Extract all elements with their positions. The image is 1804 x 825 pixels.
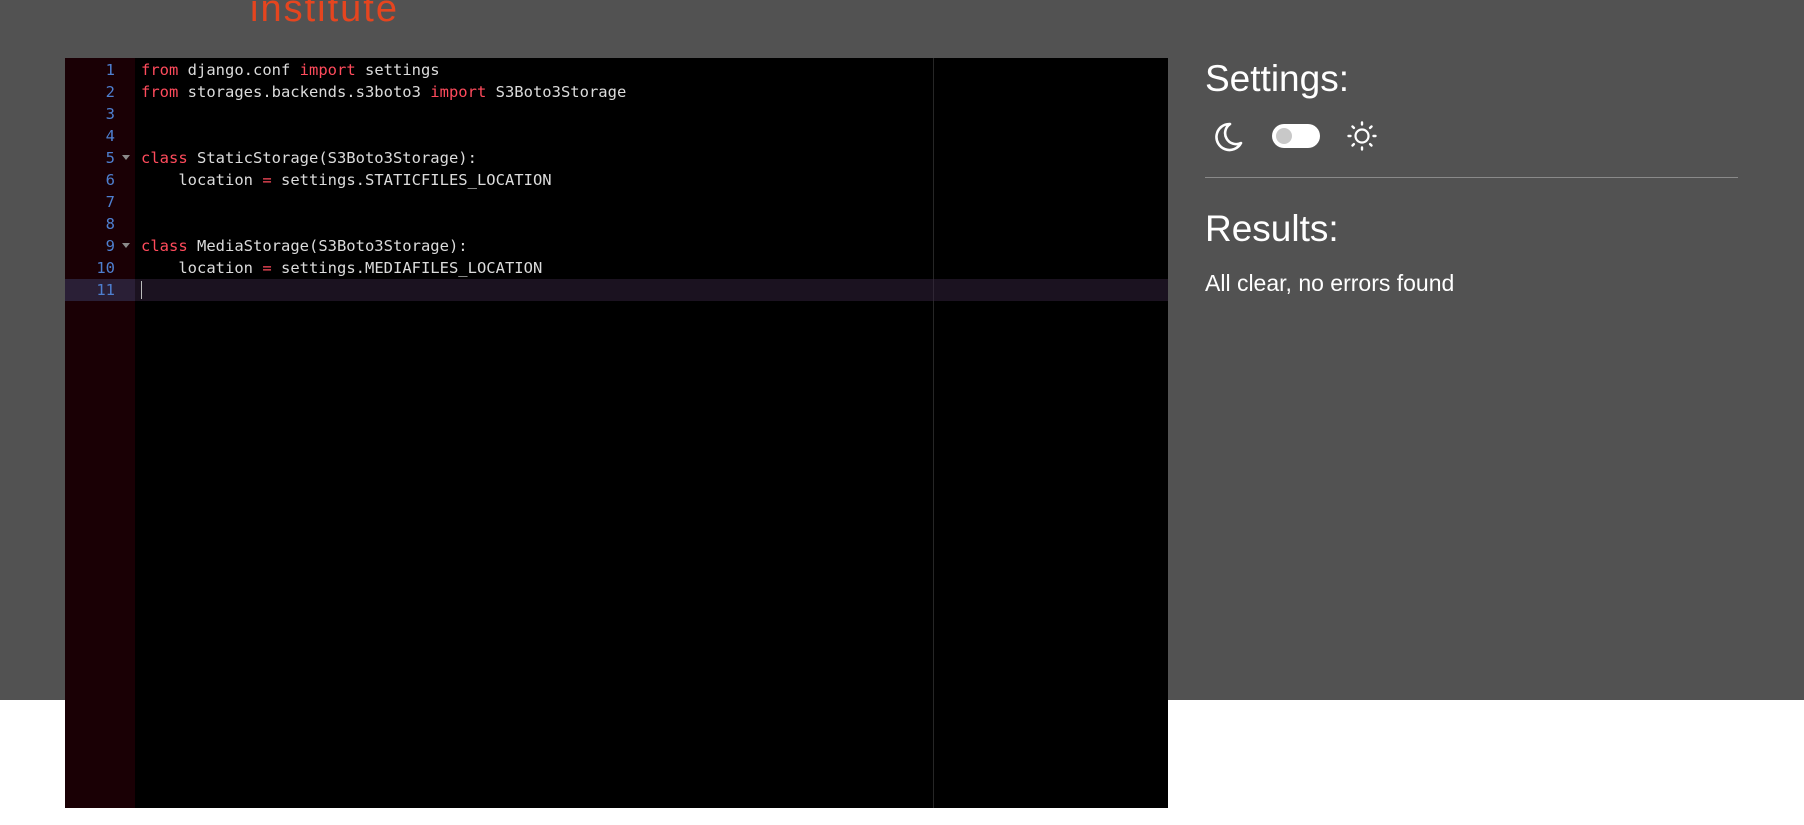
code-line[interactable]: 6 location = settings.STATICFILES_LOCATI… [65,169,1168,191]
code-line[interactable]: 11 [65,279,1168,301]
code-token: settings.MEDIAFILES_LOCATION [271,259,543,277]
keyword-token: import [299,61,356,79]
code-text: class StaticStorage(S3Boto3Storage): [141,147,477,169]
code-line[interactable]: 2 from storages.backends.s3boto3 import S… [65,81,1168,103]
line-number: 6 [105,171,115,189]
code-token: django.conf [178,61,300,79]
code-line[interactable]: 5 class StaticStorage(S3Boto3Storage): [65,147,1168,169]
code-token: settings.STATICFILES_LOCATION [271,171,552,189]
code-token: location [141,259,263,277]
code-token: S3Boto3Storage [486,83,627,101]
text-cursor [141,281,142,299]
line-number: 10 [96,259,115,277]
code-token: storages.backends.s3boto3 [178,83,431,101]
line-number: 4 [105,127,115,145]
results-heading: Results: [1205,208,1339,249]
code-line[interactable]: 9 class MediaStorage(S3Boto3Storage): [65,235,1168,257]
line-number: 8 [105,215,115,233]
code-line[interactable]: 7 [65,191,1168,213]
keyword-token: from [141,61,179,79]
code-token: settings [355,61,440,79]
code-line[interactable]: 4 [65,125,1168,147]
code-token: location [141,171,263,189]
code-text: location = settings.MEDIAFILES_LOCATION [141,257,542,279]
settings-heading: Settings: [1205,58,1349,99]
line-number: 1 [105,61,115,79]
results-message: All clear, no errors found [1205,270,1455,296]
keyword-token: class [141,237,188,255]
line-number: 5 [105,149,115,167]
code-text: from storages.backends.s3boto3 import S3… [141,81,626,103]
code-line[interactable]: 1 from django.conf import settings [65,59,1168,81]
code-line[interactable]: 3 [65,103,1168,125]
code-text: from django.conf import settings [141,59,440,81]
keyword-token: class [141,149,188,167]
theme-controls [1205,116,1405,156]
code-text: class MediaStorage(S3Boto3Storage): [141,235,468,257]
line-number: 2 [105,83,115,101]
code-line[interactable]: 8 [65,213,1168,235]
toggle-knob [1276,128,1292,144]
fold-arrow-icon[interactable] [122,243,130,248]
code-token: MediaStorage(S3Boto3Storage): [187,237,468,255]
keyword-token: = [262,171,272,189]
code-line[interactable]: 10 location = settings.MEDIAFILES_LOCATI… [65,257,1168,279]
code-editor[interactable]: 1 from django.conf import settings 2 from s… [65,58,1168,808]
sun-icon[interactable] [1346,120,1378,152]
logo: institute [250,0,399,30]
fold-arrow-icon[interactable] [122,155,130,160]
keyword-token: import [430,83,487,101]
keyword-token: from [141,83,179,101]
code-token: StaticStorage(S3Boto3Storage): [187,149,477,167]
line-number: 3 [105,105,115,123]
keyword-token: = [262,259,272,277]
line-number: 7 [105,193,115,211]
section-divider [1205,177,1738,178]
code-text: location = settings.STATICFILES_LOCATION [141,169,552,191]
line-number: 9 [105,237,115,255]
theme-toggle[interactable] [1272,124,1320,148]
moon-icon[interactable] [1211,120,1245,154]
line-number: 11 [96,281,115,299]
